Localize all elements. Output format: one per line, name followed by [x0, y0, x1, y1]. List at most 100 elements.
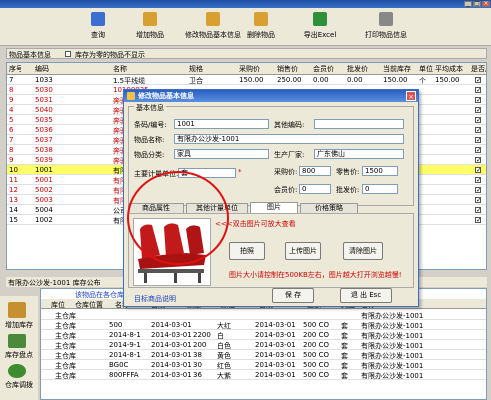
enabled-checkbox[interactable] [475, 107, 481, 113]
stock-column-header[interactable]: 库位 [51, 300, 73, 310]
basic-info-legend: 基本信息 [134, 103, 166, 113]
cell-code: 1002 [35, 216, 53, 224]
maker-select[interactable]: 广东佛山 [314, 149, 404, 159]
column-header[interactable]: 是否启用 [471, 64, 486, 74]
stock-cell: 2014-9-1 [109, 341, 141, 349]
column-header[interactable]: 序号 [9, 64, 21, 74]
stock-cell: BG0C [109, 361, 129, 369]
save-button[interactable]: 保 存 [272, 288, 314, 303]
cell-no: 9 [9, 96, 14, 104]
hide-zero-checkbox[interactable] [65, 51, 71, 57]
sidebar-item-transfer[interactable]: 仓库调拨 [0, 380, 38, 390]
stock-column-header[interactable]: 仓库位置 [75, 300, 105, 310]
cell-no: 4 [9, 106, 14, 114]
toolbar-button-1[interactable]: 增加物品 [130, 10, 170, 44]
enabled-checkbox[interactable] [475, 177, 481, 183]
column-header[interactable]: 单位 [419, 64, 435, 74]
toolbar-button-3[interactable]: 删除物品 [244, 10, 278, 44]
filter-bar: 物品基本信息 库存为零的物品不显示 [6, 48, 487, 59]
stock-row[interactable]: 主仓库 500 2014-03-01 大红 2014-03-01 500 CO 套有限办公沙… [41, 320, 486, 330]
member-price-field[interactable]: 0 [299, 184, 331, 194]
stock-cell: 2014-03-01 [151, 341, 191, 349]
cell-no: 8 [9, 86, 14, 94]
maximize-button[interactable]: □ [473, 1, 481, 7]
code-label: 条码/编号: [134, 121, 167, 129]
cell-code: 5038 [35, 146, 53, 154]
column-header[interactable]: 会员价 [313, 64, 341, 74]
column-header[interactable]: 编码 [35, 64, 75, 74]
enabled-checkbox[interactable] [475, 157, 481, 163]
category-select[interactable]: 家具 [174, 149, 269, 159]
enabled-checkbox[interactable] [475, 97, 481, 103]
enabled-checkbox[interactable] [475, 147, 481, 153]
enabled-checkbox[interactable] [475, 217, 481, 223]
table-row[interactable]: 7 1033 1.5平线缆 卫合 150.00 250.00 0.00 0.00 150.00 个… [7, 75, 486, 85]
dialog-close-button[interactable]: × [406, 91, 416, 101]
enabled-checkbox[interactable] [475, 87, 481, 93]
tab-3[interactable]: 价格策略 [300, 203, 358, 213]
stock-cell: 36 [193, 371, 202, 379]
column-header[interactable]: 批发价 [347, 64, 375, 74]
name-field[interactable]: 有限办公沙发-1001 [174, 134, 404, 144]
exit-button[interactable]: 退 出 Esc [340, 288, 392, 303]
enabled-checkbox[interactable] [475, 207, 481, 213]
stock-cell: 2014-03-01 [151, 371, 191, 379]
cell-avg: 150.00 [435, 76, 460, 84]
other-code-label: 其他编码: [274, 121, 305, 129]
column-header[interactable]: 当前库存 [383, 64, 413, 74]
sidebar-item-inventory[interactable]: 库存盘点 [0, 350, 38, 360]
enabled-checkbox[interactable] [475, 137, 481, 143]
cell-stock: 150.00 [383, 76, 408, 84]
sidebar-item-add-stock[interactable]: 增加库存 [0, 320, 38, 330]
toolbar-button-label: 导出Excel [303, 31, 337, 39]
cell-sell: 250.00 [277, 76, 302, 84]
code-field[interactable]: 1001 [174, 119, 269, 129]
toolbar-button-5[interactable]: 打印物品信息 [362, 10, 410, 44]
other-code-field[interactable] [314, 119, 404, 129]
buy-price-field[interactable]: 800 [299, 166, 331, 176]
stock-row[interactable]: 主仓库 2014-8-1 2014-03-01 38 黄色 2014-03-01 500 C… [41, 350, 486, 360]
grid-header: 序号 编码 名称 规格采购价销售价会员价批发价当前库存单位平均成本是否启用 [7, 63, 486, 75]
stock-cell: 500 CO [303, 361, 329, 369]
cell-no: 7 [9, 136, 14, 144]
stock-cell: 200 [193, 341, 207, 349]
enabled-checkbox[interactable] [475, 127, 481, 133]
stock-row[interactable]: 主仓库 有限办公沙发-1001 [41, 310, 486, 320]
excel-icon [313, 12, 327, 26]
stock-cell: 2014-03-01 [151, 321, 191, 329]
minimize-button[interactable]: _ [464, 1, 472, 7]
cell-no: 12 [9, 186, 18, 194]
toolbar-button-0[interactable]: 查询 [88, 10, 108, 44]
stock-row[interactable]: 主仓库 2014-8-1 2014-03-01 2200 白 2014-03-01 200 … [41, 330, 486, 340]
stock-row[interactable]: 主仓库 BG0C 2014-03-01 30 红色 2014-03-01 500 CO 套有限… [41, 360, 486, 370]
enabled-checkbox[interactable] [475, 187, 481, 193]
toolbar-button-2[interactable]: 修改物品基本信息 [185, 10, 241, 44]
column-header[interactable]: 名称 [113, 64, 173, 74]
clear-image-button[interactable]: 清除图片 [343, 242, 383, 260]
stock-row[interactable]: 主仓库 2014-9-1 2014-03-01 200 白色 2014-03-01 200 … [41, 340, 486, 350]
sell-price-field[interactable]: 1500 [362, 166, 398, 176]
stock-row[interactable]: 主仓库 800FFFA 2014-03-01 36 大紫 2014-03-01 500 CO… [41, 370, 486, 380]
column-header[interactable]: 规格 [189, 64, 229, 74]
cell-whole: 0.00 [347, 76, 363, 84]
photo-button[interactable]: 拍照 [229, 242, 265, 260]
section-label: 物品基本信息 [9, 51, 51, 59]
whole-price-field[interactable]: 0 [362, 184, 398, 194]
sidebar: 增加库存 库存盘点 仓库调拨 [0, 296, 38, 400]
enabled-checkbox[interactable] [475, 167, 481, 173]
cell-code: 5002 [35, 186, 53, 194]
column-header[interactable]: 销售价 [277, 64, 307, 74]
enabled-checkbox[interactable] [475, 117, 481, 123]
enabled-checkbox[interactable] [475, 197, 481, 203]
upload-image-button[interactable]: 上传图片 [285, 242, 321, 260]
cell-code: 5004 [35, 206, 53, 214]
enabled-checkbox[interactable] [475, 77, 481, 83]
column-header[interactable]: 平均成本 [435, 64, 465, 74]
add-item-icon [143, 12, 157, 26]
tab-2[interactable]: 图片 [250, 202, 298, 213]
column-header[interactable]: 采购价 [239, 64, 269, 74]
toolbar-button-4[interactable]: 导出Excel [302, 10, 338, 44]
delete-item-icon [254, 12, 268, 26]
stock-cell: 2014-03-01 [255, 351, 296, 359]
close-button[interactable]: × [482, 1, 490, 7]
